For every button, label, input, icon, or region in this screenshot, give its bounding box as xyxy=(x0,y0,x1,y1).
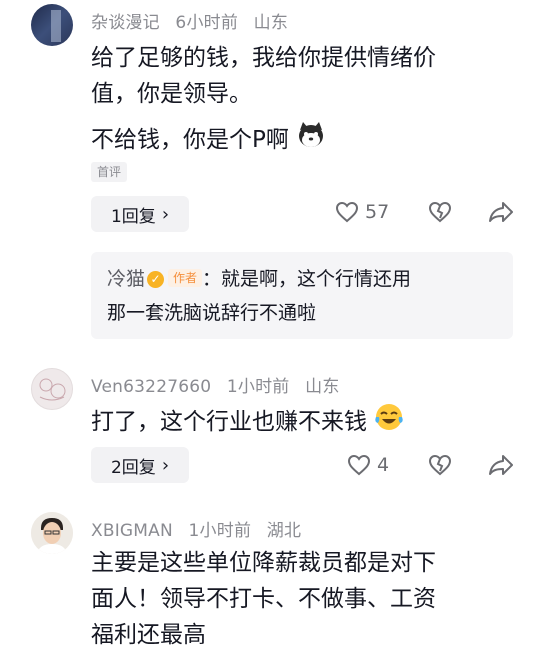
location: 山东 xyxy=(305,377,340,397)
chevron-right-icon: › xyxy=(161,203,170,225)
share-arrow-icon xyxy=(489,202,513,222)
broken-heart-icon xyxy=(428,454,452,476)
heart-icon xyxy=(335,201,359,223)
comment-text: 给了足够的钱，我给你提供情绪价 值，你是领导。 不给钱，你是个P啊 xyxy=(91,40,521,161)
broken-heart-icon xyxy=(428,201,452,223)
share-arrow-icon xyxy=(489,455,513,475)
heart-icon xyxy=(347,454,371,476)
avatar[interactable] xyxy=(31,368,73,410)
like-count: 4 xyxy=(377,454,390,476)
comment-text: 打了，这个行业也赚不来钱 xyxy=(91,402,521,443)
location: 湖北 xyxy=(266,521,302,541)
author-badge: 作者 xyxy=(168,269,203,287)
dislike-button[interactable] xyxy=(428,201,452,227)
timestamp: 6小时前 xyxy=(175,13,239,33)
avatar[interactable] xyxy=(31,4,73,46)
comment-meta: Ven63227660 1小时前 山东 xyxy=(91,372,350,397)
reply-author[interactable]: 冷猫 xyxy=(107,268,145,290)
verified-icon: ✓ xyxy=(147,271,165,288)
dislike-button[interactable] xyxy=(428,454,452,480)
username[interactable]: 杂谈漫记 xyxy=(91,13,160,33)
view-replies-button[interactable]: 2回复 › xyxy=(91,447,189,483)
doodle-avatar-icon xyxy=(39,378,66,401)
chevron-right-icon: › xyxy=(161,454,170,476)
location: 山东 xyxy=(253,13,289,33)
username[interactable]: XBIGMAN xyxy=(91,521,173,541)
like-count: 57 xyxy=(365,201,390,223)
share-button[interactable] xyxy=(488,201,514,227)
comment-meta: XBIGMAN 1小时前 湖北 xyxy=(91,516,311,541)
first-comment-badge: 首评 xyxy=(91,162,128,182)
username[interactable]: Ven63227660 xyxy=(91,377,211,397)
timestamp: 1小时前 xyxy=(188,521,252,541)
avatar[interactable] xyxy=(31,512,73,554)
reply-preview[interactable]: 冷猫 ✓ 作者 ：就是啊，这个行情还用 那一套洗脑说辞行不通啦 xyxy=(91,252,513,339)
like-button[interactable]: 57 xyxy=(335,201,389,223)
reply-text-line1: ：就是啊，这个行情还用 xyxy=(202,268,412,290)
timestamp: 1小时前 xyxy=(226,377,290,397)
person-avatar-icon xyxy=(31,512,73,554)
view-replies-button[interactable]: 1回复 › xyxy=(91,196,189,232)
husky-emoji-icon xyxy=(296,120,326,161)
laughing-crying-emoji-icon xyxy=(374,402,404,443)
share-button[interactable] xyxy=(488,454,514,480)
comment-meta: 杂谈漫记 6小时前 山东 xyxy=(91,8,298,33)
like-button[interactable]: 4 xyxy=(347,454,389,476)
comment-text: 主要是这些单位降薪裁员都是对下 面人！领导不打卡、不做事、工资 福利还最高 xyxy=(91,550,436,648)
reply-text-line2: 那一套洗脑说辞行不通啦 xyxy=(107,302,317,324)
